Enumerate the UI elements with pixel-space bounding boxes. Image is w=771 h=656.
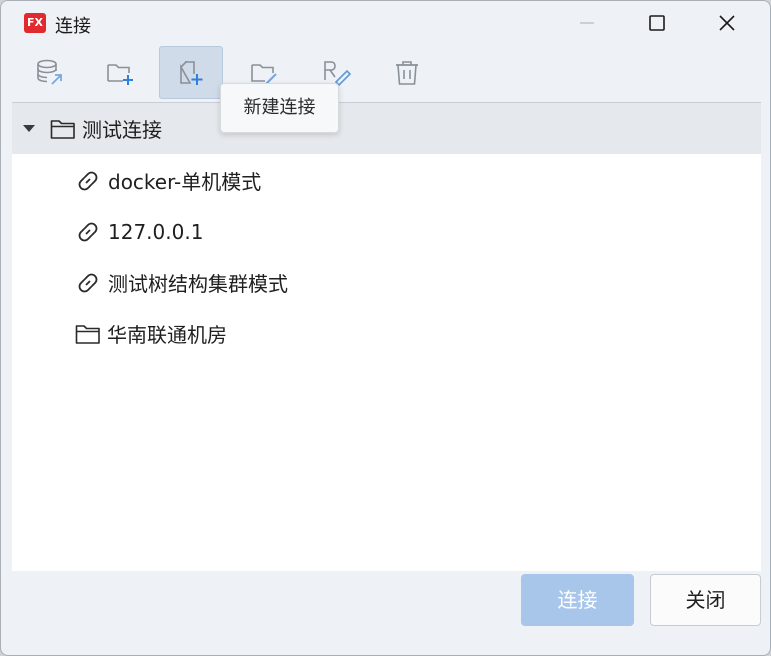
tree-item-connection[interactable]: 测试树结构集群模式 <box>12 257 761 308</box>
trash-icon <box>396 60 418 85</box>
connection-dialog: FX 连接 新建连接 测试连接 docker-单机模式 127.0.0.1 测试… <box>0 0 771 656</box>
import-connection-button[interactable] <box>18 46 82 99</box>
close-icon <box>719 15 735 31</box>
tree-item-label: docker-单机模式 <box>108 170 262 194</box>
link-icon <box>78 273 98 292</box>
close-button[interactable]: 关闭 <box>650 574 761 626</box>
close-window-button[interactable] <box>697 1 757 45</box>
minimize-button[interactable] <box>557 1 617 45</box>
expand-toggle[interactable] <box>23 125 35 132</box>
new-connection-button[interactable] <box>159 46 223 99</box>
tree-item-label: 127.0.0.1 <box>108 219 204 244</box>
new-folder-button[interactable] <box>88 46 152 99</box>
dialog-footer: 连接 关闭 <box>12 571 761 643</box>
folder-icon <box>75 324 100 344</box>
tree-item-connection[interactable]: docker-单机模式 <box>12 155 761 206</box>
tree-item-label: 测试树结构集群模式 <box>108 272 288 296</box>
connection-tree: 测试连接 docker-单机模式 127.0.0.1 测试树结构集群模式 华南联… <box>12 102 761 572</box>
new-folder-icon <box>107 63 133 85</box>
tree-item-label: 华南联通机房 <box>107 323 227 347</box>
link-icon <box>78 222 98 241</box>
folder-icon <box>50 119 75 139</box>
title-bar: FX 连接 <box>1 1 770 45</box>
new-connection-icon <box>180 60 203 85</box>
maximize-icon <box>649 15 665 31</box>
chevron-down-icon <box>23 125 35 132</box>
toolbar <box>12 45 762 101</box>
connect-button[interactable]: 连接 <box>521 574 634 626</box>
tree-item-folder[interactable]: 华南联通机房 <box>12 308 761 359</box>
delete-button[interactable] <box>375 46 439 99</box>
database-import-icon <box>37 59 62 85</box>
maximize-button[interactable] <box>627 1 687 45</box>
window-title: 连接 <box>55 16 91 37</box>
link-icon <box>78 171 98 190</box>
tree-root-folder[interactable]: 测试连接 <box>12 103 761 154</box>
app-logo-icon: FX <box>24 13 46 33</box>
new-connection-tooltip: 新建连接 <box>220 83 339 133</box>
tree-root-label: 测试连接 <box>82 118 162 142</box>
minimize-icon <box>580 22 594 24</box>
tree-item-connection[interactable]: 127.0.0.1 <box>12 206 761 257</box>
